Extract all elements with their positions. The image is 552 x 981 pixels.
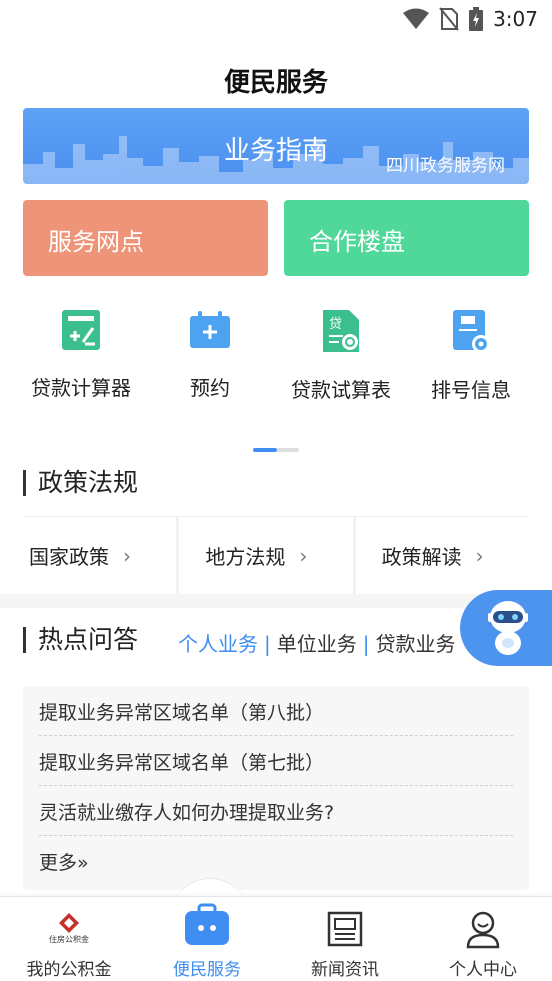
assistant-robot-button[interactable]: [460, 590, 552, 666]
nav-my-fund[interactable]: 住房公积金 我的公积金: [0, 897, 138, 981]
service-outlets-tile[interactable]: 服务网点: [23, 200, 268, 276]
nav-personal-center[interactable]: 个人中心: [414, 897, 552, 981]
page-title: 便民服务: [223, 68, 328, 98]
briefcase-icon: [185, 903, 229, 945]
svg-text:贷: 贷: [329, 317, 342, 332]
newspaper-icon: [327, 911, 363, 947]
battery-charging-icon: [469, 7, 484, 31]
quick-appointment[interactable]: 预约: [141, 308, 279, 401]
nav-label: 我的公积金: [26, 960, 112, 980]
page-dot: [277, 448, 299, 452]
qa-item[interactable]: 提取业务异常区域名单（第八批）: [39, 686, 513, 736]
nav-convenience-services[interactable]: 便民服务: [138, 897, 276, 981]
business-guide-banner[interactable]: 业务指南 四川政务服务网: [23, 108, 529, 184]
status-icons: 3:07: [403, 6, 538, 32]
tab-company[interactable]: 单位业务: [277, 632, 357, 656]
hot-qa-title: 热点问答: [23, 627, 138, 653]
nav-label: 个人中心: [449, 960, 517, 980]
hot-qa-tabs: 个人业务 | 单位业务 | 贷款业务: [178, 628, 456, 657]
tab-separator: |: [362, 632, 370, 656]
page-indicator: [253, 448, 299, 452]
bottom-nav: 住房公积金 我的公积金 便民服务 新闻资讯 个人中心: [0, 896, 552, 981]
wifi-icon: [403, 8, 430, 29]
calculator-icon: [62, 310, 100, 350]
policy-row: 国家政策 › 地方法规 › 政策解读 ›: [23, 516, 529, 594]
quick-label: 排号信息: [431, 378, 511, 402]
qa-item[interactable]: 提取业务异常区域名单（第七批）: [39, 736, 513, 786]
quick-queue-info[interactable]: 排号信息: [402, 308, 540, 403]
policy-local[interactable]: 地方法规 ›: [179, 517, 356, 594]
chevron-right-icon: ›: [299, 543, 308, 568]
quick-actions: 贷款计算器 预约 贷 贷款试算表 排号信息: [0, 308, 552, 418]
nav-label: 新闻资讯: [311, 960, 379, 980]
tab-separator: |: [264, 632, 271, 656]
partner-properties-tile[interactable]: 合作楼盘: [284, 200, 529, 276]
qa-item[interactable]: 灵活就业缴存人如何办理提取业务?: [39, 786, 513, 836]
policy-label: 国家政策: [29, 545, 109, 569]
hot-qa-list: 提取业务异常区域名单（第八批） 提取业务异常区域名单（第七批） 灵活就业缴存人如…: [23, 686, 529, 890]
chevron-right-icon: ›: [475, 543, 484, 568]
quick-label: 贷款试算表: [291, 378, 391, 402]
chevron-right-icon: ›: [123, 543, 131, 568]
policy-label: 地方法规: [205, 545, 286, 569]
nav-news[interactable]: 新闻资讯: [276, 897, 414, 981]
nav-label: 便民服务: [173, 960, 241, 980]
policy-label: 政策解读: [381, 545, 462, 569]
policy-interpretation[interactable]: 政策解读 ›: [356, 517, 529, 594]
quick-label: 贷款计算器: [31, 376, 131, 400]
page-dot-active: [253, 448, 277, 452]
tab-personal[interactable]: 个人业务: [178, 632, 258, 656]
status-time: 3:07: [493, 7, 538, 31]
calendar-add-icon: [190, 311, 230, 348]
banner-subtitle: 四川政务服务网: [386, 156, 505, 176]
no-sim-icon: [439, 7, 459, 31]
qa-more-link[interactable]: 更多»: [39, 836, 513, 886]
logo-text: 住房公积金: [49, 934, 89, 944]
quick-loan-calculator[interactable]: 贷款计算器: [12, 308, 150, 401]
quick-label: 预约: [190, 376, 230, 400]
housing-fund-logo-icon: 住房公积金: [49, 913, 89, 944]
status-bar: 3:07: [0, 0, 552, 40]
loan-sheet-icon: 贷: [323, 310, 359, 352]
tab-loan[interactable]: 贷款业务: [376, 632, 456, 656]
policy-national[interactable]: 国家政策 ›: [23, 517, 180, 594]
robot-icon: [488, 601, 528, 655]
queue-ticket-icon: [453, 310, 490, 353]
policy-section-title: 政策法规: [23, 470, 138, 496]
quick-loan-sheet[interactable]: 贷 贷款试算表: [272, 308, 410, 403]
user-icon: [466, 911, 500, 949]
